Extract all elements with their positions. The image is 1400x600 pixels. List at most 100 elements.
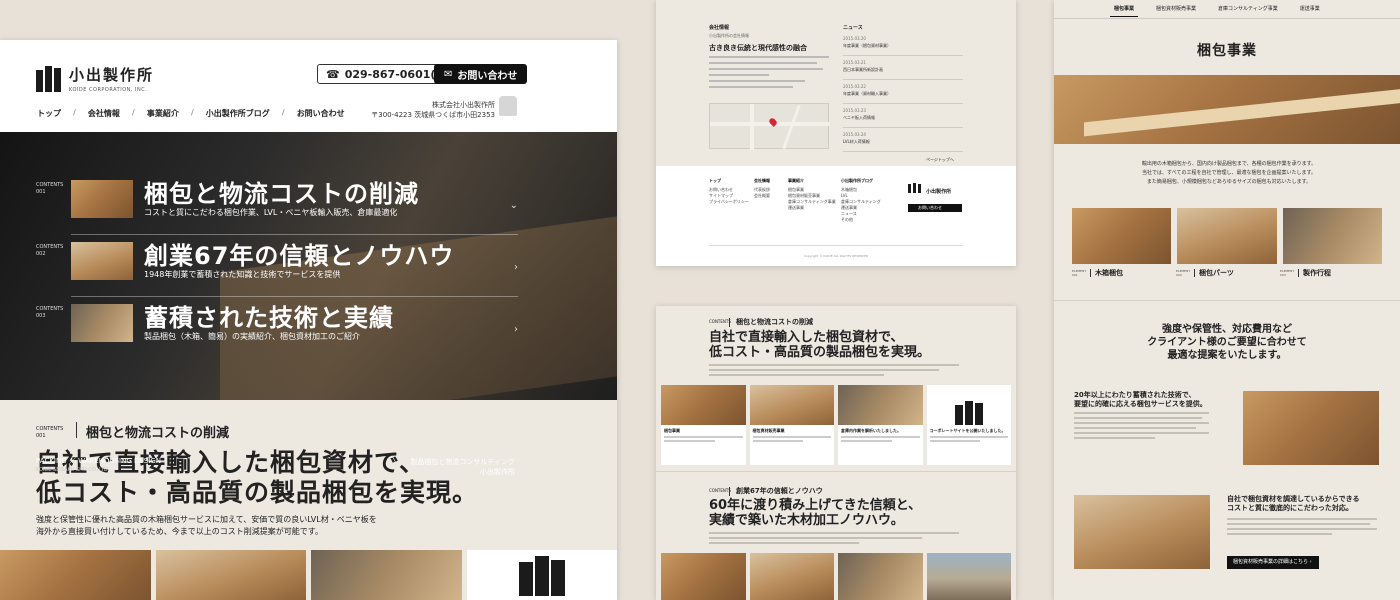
footer-link[interactable]: 会社概要 bbox=[754, 193, 770, 199]
news-date: 2015.03.21 bbox=[843, 60, 866, 65]
business-tabs: 梱包事業 梱包資材販売事業 倉庫コンサルティング事業 運送事業 bbox=[1110, 5, 1324, 17]
hero-company-en: KOIDE SEISAKU SHO CO.,LTD bbox=[36, 467, 108, 473]
contents-label: CONTENTS 003 bbox=[36, 306, 64, 319]
intro-text: 輸出用の木箱梱包から、国内向け製品梱包まで、各種の梱包作業を承ります。 当社では… bbox=[1094, 160, 1364, 187]
contact-button[interactable]: ✉ お問い合わせ bbox=[434, 64, 528, 84]
nav-item-contact[interactable]: お問い合わせ bbox=[297, 108, 345, 119]
card-image bbox=[661, 385, 746, 425]
body-line: 海外から直接買い付けしているため、今まで以上のコスト削減提案が可能です。 bbox=[36, 527, 323, 536]
news-date: 2015.03.24 bbox=[843, 132, 866, 137]
chevron-down-icon: ⌄ bbox=[509, 200, 518, 211]
mail-icon: ✉ bbox=[444, 68, 453, 80]
divider bbox=[76, 422, 77, 438]
google-map[interactable] bbox=[709, 103, 830, 150]
section-title: 梱包と物流コストの削減 bbox=[86, 426, 230, 441]
nav-item-blog[interactable]: 小出製作所ブログ bbox=[206, 108, 270, 119]
footer-link[interactable]: プライバシーポリシー bbox=[709, 199, 749, 205]
card[interactable]: 倉庫内作業を解析いたしました。 bbox=[838, 385, 923, 465]
divider bbox=[1054, 18, 1400, 19]
footer-link[interactable]: その他 bbox=[841, 217, 881, 223]
divider bbox=[71, 234, 518, 235]
element-label[interactable]: ELEMENT 003 製作行程 bbox=[1280, 268, 1331, 278]
nav-item-top[interactable]: トップ bbox=[37, 108, 61, 119]
headline-line: 低コスト・高品質の製品梱包を実現。 bbox=[36, 478, 479, 507]
card-title: コーポレートサイトを公開いたしました。 bbox=[929, 428, 1006, 433]
card-image bbox=[749, 385, 834, 425]
news-text: 年度事業（梱包資材事業） bbox=[843, 43, 891, 48]
news-item[interactable]: 2015.03.21 西日本事業所新設計画 bbox=[843, 60, 963, 80]
hero-item-sub: 1948年創業で蓄積された知識と技術でサービスを提供 bbox=[144, 270, 341, 279]
site-footer: トップ お問い合わせ サイトマップ プライバシーポリシー 会社情報 代表挨拶 会… bbox=[656, 166, 1016, 266]
text-placeholder bbox=[1227, 518, 1377, 538]
site-logo[interactable]: 小出製作所 KOIDE CORPORATION, INC. bbox=[36, 64, 154, 93]
footer-column-title[interactable]: トップ bbox=[709, 178, 749, 184]
proposal-headline: 強度や保管性、対応費用など クライアント様のご要望に合わせて 最適な提案をいたします… bbox=[1147, 324, 1307, 361]
news-item[interactable]: 2015.03.20 年度事業（梱包資材事業） bbox=[843, 36, 963, 56]
hero-caption-line: 小出製作所 bbox=[480, 468, 515, 476]
footer-column-title[interactable]: 事業紹介 bbox=[788, 178, 836, 184]
hero-thumbnail bbox=[71, 242, 133, 280]
footer-logo[interactable]: 小出製作所 bbox=[908, 178, 951, 197]
photo-image bbox=[926, 553, 1011, 600]
tab-warehouse[interactable]: 倉庫コンサルティング事業 bbox=[1214, 5, 1282, 17]
logo-en-text: KOIDE CORPORATION, INC. bbox=[69, 87, 148, 93]
hero-image bbox=[1054, 75, 1400, 144]
card[interactable]: コーポレートサイトを公開いたしました。 bbox=[926, 385, 1011, 465]
body-line: 強度と保管性に優れた高品質の木箱梱包サービスに加えて、安価で質の良いLVL材・ベ… bbox=[36, 515, 377, 524]
hero-item-title: 創業67年の信頼とノウハウ bbox=[144, 242, 455, 270]
tab-packing[interactable]: 梱包事業 bbox=[1110, 5, 1139, 17]
contents-preview: CONTENTS 梱包と物流コストの削減 自社で直接輸入した梱包資材で、 低コスト… bbox=[656, 306, 1016, 600]
footer-link[interactable]: 運送事業 bbox=[788, 205, 836, 211]
news-item[interactable]: 2015.03.23 ベニヤ板入荷情報 bbox=[843, 108, 963, 128]
card[interactable]: 梱包資材販売事業 bbox=[749, 385, 834, 465]
tab-materials[interactable]: 梱包資材販売事業 bbox=[1152, 5, 1200, 17]
element-image[interactable] bbox=[1282, 208, 1382, 264]
news-item[interactable]: 2015.03.24 LVL材入荷情報 bbox=[843, 132, 963, 152]
company-title: 古き良き伝統と現代感性の融合 bbox=[709, 44, 807, 52]
element-label[interactable]: ELEMENT 002 梱包パーツ bbox=[1176, 268, 1234, 278]
hero-thumbnail bbox=[71, 180, 133, 218]
company-address: 株式会社小出製作所 〒300-4223 茨城県つくば市小田2353 bbox=[371, 100, 495, 120]
hero-thumbnail bbox=[71, 304, 133, 342]
news-item[interactable]: 2015.03.22 年度事業（資材輸入事業） bbox=[843, 84, 963, 104]
logo-text: 小出製作所 bbox=[69, 66, 155, 84]
contents-label: CONTENTS 001 bbox=[36, 182, 64, 195]
news-text: ベニヤ板入荷情報 bbox=[843, 115, 875, 120]
hero-item[interactable]: CONTENTS 003 蓄積された技術と実績 製品梱包（木箱、簡易）の実績紹介、… bbox=[36, 304, 518, 364]
footer-column-title[interactable]: 小出製作所ブログ bbox=[841, 178, 881, 184]
intro-line: 当社では、すべての工程を自社で管理し、最適な梱包を企画提案いたします。 bbox=[1142, 170, 1316, 176]
section-headline: 自社で直接輸入した梱包資材で、 低コスト・高品質の製品梱包を実現。 bbox=[709, 330, 931, 360]
photo-image bbox=[155, 550, 306, 600]
card-title: 倉庫内作業を解析いたしました。 bbox=[841, 428, 901, 433]
hero-item[interactable]: CONTENTS 002 創業67年の信頼とノウハウ 1948年創業で蓄積された知… bbox=[36, 242, 518, 302]
element-image[interactable] bbox=[1072, 208, 1172, 264]
logo-card bbox=[466, 550, 617, 600]
element-label[interactable]: ELEMENT 001 木箱梱包 bbox=[1072, 268, 1123, 278]
contents-label: CONTENTS 002 bbox=[36, 244, 64, 257]
logo-mark-icon bbox=[518, 556, 565, 596]
divider bbox=[656, 471, 1016, 472]
card-title: 梱包事業 bbox=[664, 428, 680, 433]
address-postal: 〒300-4223 茨城県つくば市小田2353 bbox=[371, 111, 495, 119]
news-text: 西日本事業所新設計画 bbox=[843, 67, 883, 72]
main-nav: トップ / 会社情報 / 事業紹介 / 小出製作所ブログ / お問い合わせ bbox=[37, 108, 345, 119]
card-image bbox=[838, 385, 923, 425]
news-date: 2015.03.20 bbox=[843, 36, 866, 41]
packing-page-preview: 梱包事業 梱包資材販売事業 倉庫コンサルティング事業 運送事業 梱包事業 輸出用… bbox=[1054, 0, 1400, 600]
footer-column: トップ お問い合わせ サイトマップ プライバシーポリシー bbox=[709, 178, 749, 205]
phone-icon: ☎ bbox=[326, 67, 340, 81]
cat-mascot-icon bbox=[499, 96, 517, 116]
hero-item-sub: コストと質にこだわる梱包作業、LVL・ベニヤ板輸入販売、倉庫最適化 bbox=[144, 208, 398, 217]
footer-contact-button[interactable]: お問い合わせ bbox=[908, 204, 962, 212]
element-image[interactable] bbox=[1177, 208, 1277, 264]
nav-item-business[interactable]: 事業紹介 bbox=[147, 108, 179, 119]
hero-item[interactable]: CONTENTS 001 梱包と物流コストの削減 コストと質にこだわる梱包作業、L… bbox=[36, 180, 518, 240]
page-top-link[interactable]: ページトップへ bbox=[926, 157, 954, 163]
footer-column-title[interactable]: 会社情報 bbox=[754, 178, 770, 184]
materials-detail-button[interactable]: 梱包資材販売事業の詳細はこちら › bbox=[1227, 556, 1319, 569]
card[interactable]: 梱包事業 bbox=[661, 385, 746, 465]
nav-item-company[interactable]: 会社情報 bbox=[88, 108, 120, 119]
tab-transport[interactable]: 運送事業 bbox=[1296, 5, 1324, 17]
block-image bbox=[1243, 391, 1379, 465]
nav-separator: / bbox=[73, 108, 76, 117]
